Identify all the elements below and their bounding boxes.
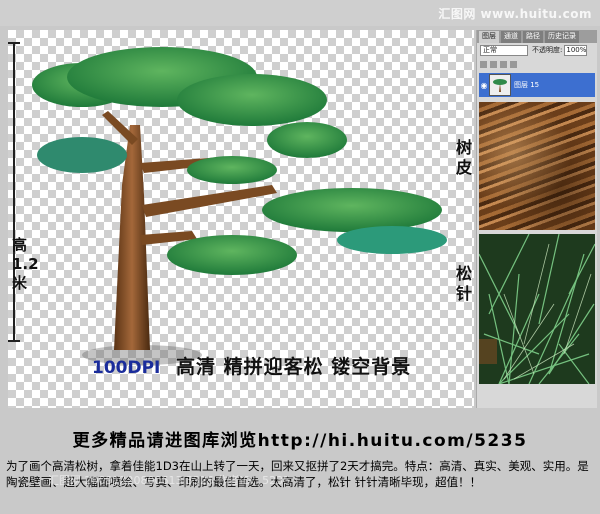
- blend-mode-select[interactable]: 正常: [480, 44, 528, 56]
- tab-history[interactable]: 历史记录: [545, 31, 579, 43]
- bark-photo: [479, 102, 595, 230]
- image-id-watermark: 汇图网 20091220800613 3325 作者ID：5235: [48, 474, 291, 487]
- opacity-label: 不透明度:: [532, 46, 563, 54]
- lock-pixels-icon[interactable]: [490, 60, 497, 68]
- blend-row: 正常 不透明度: 100%: [477, 43, 597, 57]
- panel-tabs: 图层 通道 路径 历史记录: [477, 30, 597, 43]
- layer-row[interactable]: ◉ 图层 15: [479, 73, 595, 97]
- needles-label: 松 针: [455, 264, 472, 303]
- dpi-label: 100DPI: [92, 358, 161, 378]
- tab-layers[interactable]: 图层: [479, 31, 499, 43]
- gallery-banner[interactable]: 更多精品请进图库浏览http://hi.huitu.com/5235: [0, 426, 600, 451]
- layer-name: 图层 15: [514, 81, 540, 89]
- bark-label: 树 皮: [455, 138, 472, 177]
- height-ruler: [8, 42, 20, 342]
- lock-row: [477, 57, 597, 71]
- tab-paths[interactable]: 路径: [523, 31, 543, 43]
- caption-text: 高清 精拼迎客松 镂空背景: [175, 356, 412, 378]
- eye-icon[interactable]: ◉: [479, 81, 489, 90]
- tab-channels[interactable]: 通道: [501, 31, 521, 43]
- lock-all-icon[interactable]: [510, 60, 517, 68]
- layer-thumbnail: [489, 74, 511, 96]
- lock-position-icon[interactable]: [500, 60, 507, 68]
- needles-photo: [479, 234, 595, 384]
- layers-panel: 图层 通道 路径 历史记录 正常 不透明度: 100% ◉ 图层 15: [476, 30, 597, 408]
- top-bar: 汇图网 www.huitu.com: [0, 0, 600, 26]
- opacity-input[interactable]: 100%: [564, 44, 588, 56]
- lock-transparency-icon[interactable]: [480, 60, 487, 68]
- pine-tree-image: [32, 47, 447, 365]
- caption: 100DPI 高清 精拼迎客松 镂空背景: [92, 352, 411, 379]
- site-watermark: 汇图网 www.huitu.com: [438, 7, 592, 21]
